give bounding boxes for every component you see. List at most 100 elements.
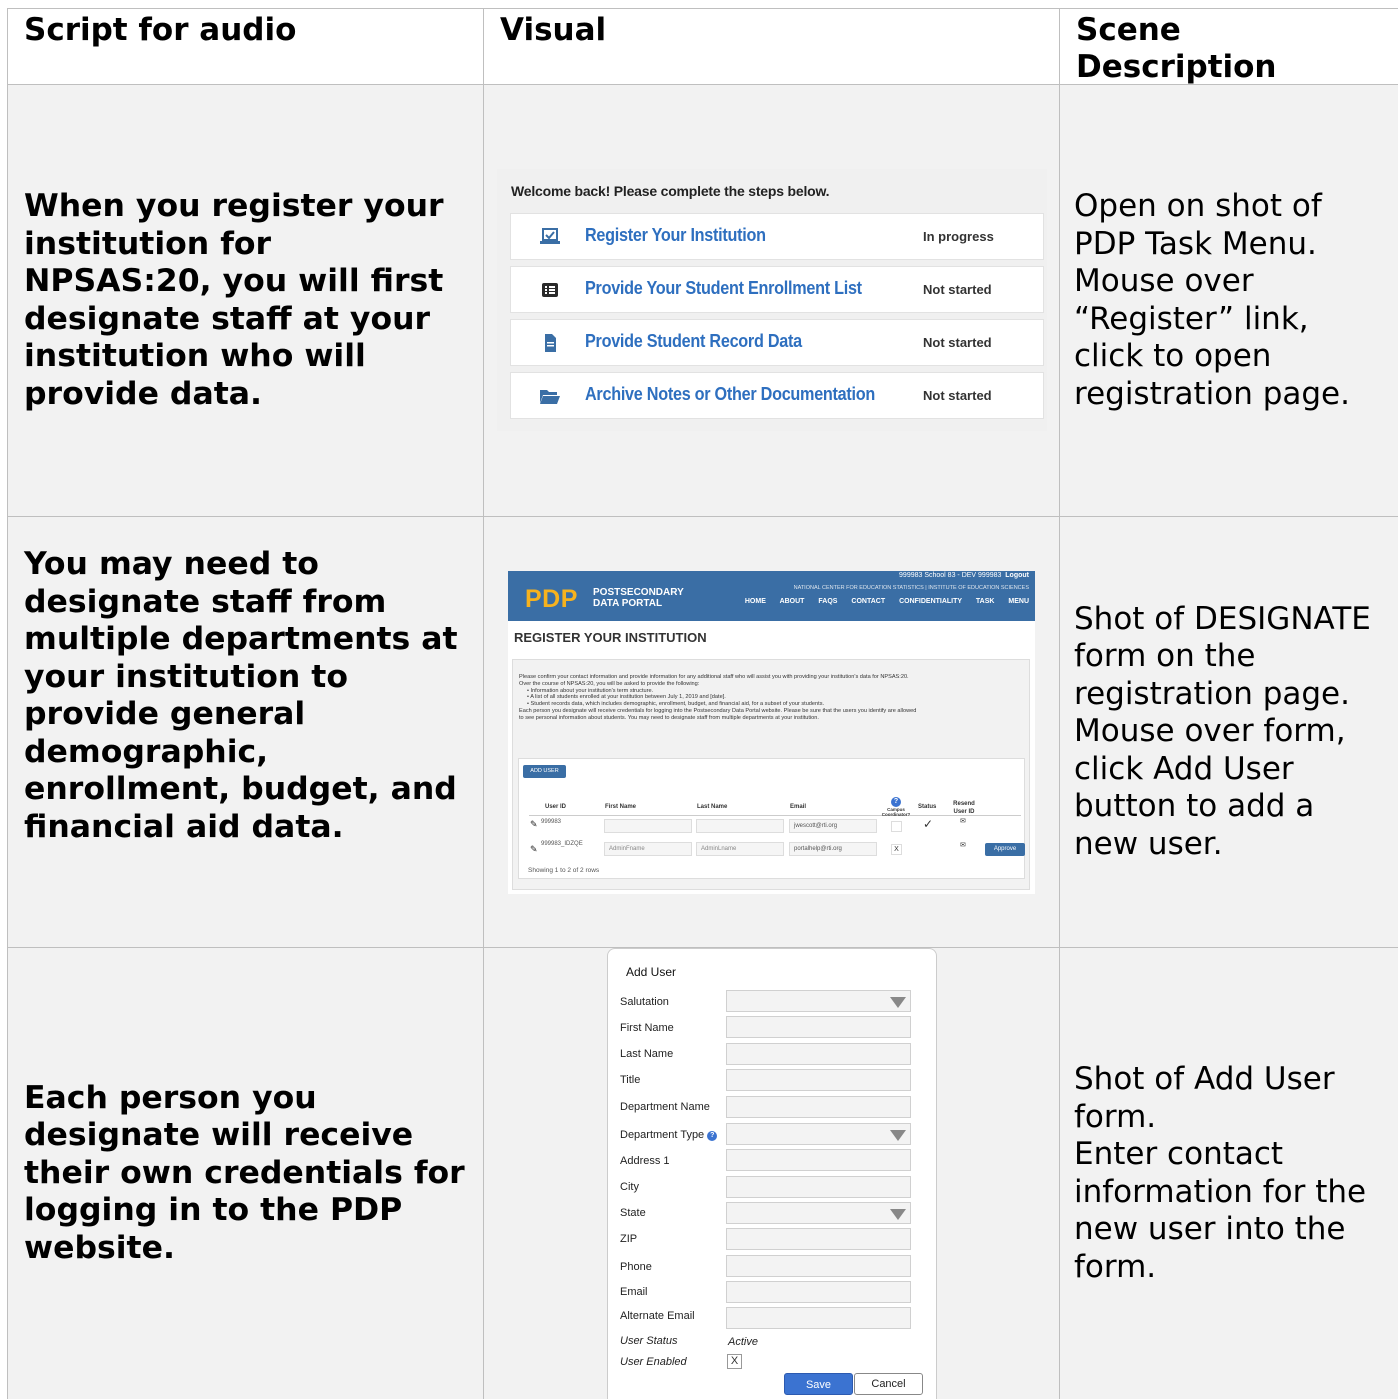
cell-last-name[interactable]: AdminLname	[696, 842, 784, 856]
task-link-enrollment[interactable]: Provide Your Student Enrollment List	[585, 278, 862, 299]
laptop-check-icon	[540, 228, 560, 244]
add-user-dialog: Add User Salutation First Name Last Name…	[607, 948, 937, 1399]
task-item-register[interactable]: Register Your Institution In progress	[510, 213, 1044, 260]
task-link-register[interactable]: Register Your Institution	[585, 225, 766, 246]
cell-first-name[interactable]: AdminFname	[604, 842, 692, 856]
phone-input[interactable]	[726, 1255, 911, 1277]
zip-input[interactable]	[726, 1228, 911, 1250]
col-last-name[interactable]: Last Name	[697, 804, 727, 810]
col-resend[interactable]: Resend User ID	[949, 800, 979, 816]
zip-label: ZIP	[620, 1233, 638, 1245]
site-nav: HOME ABOUT FAQS CONTACT CONFIDENTIALITY …	[745, 598, 1029, 605]
header-script: Script for audio	[24, 12, 297, 48]
cell-email[interactable]: jwescott@rti.org	[789, 819, 877, 833]
intro-text: Please confirm your contact information …	[519, 674, 917, 721]
list-icon	[542, 283, 558, 297]
site-banner: PDP POSTSECONDARY DATA PORTAL 999983 Scho…	[508, 571, 1035, 621]
registration-screenshot: PDP POSTSECONDARY DATA PORTAL 999983 Scho…	[508, 571, 1035, 894]
row2-script: You may need to designate staff from mul…	[8, 517, 483, 947]
logout-link[interactable]: Logout	[1005, 572, 1029, 579]
edit-icon[interactable]: ✎	[530, 844, 538, 855]
cell-first-name[interactable]	[604, 819, 692, 833]
last-name-input[interactable]	[726, 1043, 911, 1065]
state-label: State	[620, 1207, 646, 1219]
row3-script: Each person you designate will receive t…	[8, 948, 483, 1399]
document-icon	[545, 334, 556, 352]
dropdown-arrow-icon	[890, 1130, 906, 1141]
row2-scene: Shot of DESIGNATE form on the registrati…	[1060, 517, 1398, 947]
nav-contact[interactable]: CONTACT	[851, 598, 885, 605]
cancel-button[interactable]: Cancel	[854, 1373, 923, 1395]
col-email[interactable]: Email	[790, 804, 806, 810]
task-link-archive[interactable]: Archive Notes or Other Documentation	[585, 384, 875, 405]
resend-mail-icon[interactable]: ✉	[960, 841, 966, 849]
state-select[interactable]	[726, 1202, 911, 1224]
phone-label: Phone	[620, 1261, 652, 1273]
nces-line: NATIONAL CENTER FOR EDUCATION STATISTICS…	[793, 585, 1029, 591]
row1-scene: Open on shot of PDP Task Menu. Mouse ove…	[1060, 85, 1398, 516]
cell-user-id: 999983_IDZQE	[541, 841, 583, 847]
nav-confidentiality[interactable]: CONFIDENTIALITY	[899, 598, 962, 605]
table-row-count: Showing 1 to 2 of 2 rows	[528, 867, 600, 874]
task-item-records[interactable]: Provide Student Record Data Not started	[510, 319, 1044, 366]
help-icon[interactable]: ?	[707, 1131, 718, 1141]
task-item-enrollment[interactable]: Provide Your Student Enrollment List Not…	[510, 266, 1044, 313]
department-type-select[interactable]	[726, 1123, 911, 1145]
dropdown-arrow-icon	[890, 997, 906, 1008]
task-status-records: Not started	[923, 335, 992, 350]
status-check-icon: ✓	[923, 817, 934, 831]
cell-email[interactable]: portalhelp@rti.org	[789, 842, 877, 856]
department-type-label: Department Type ?	[620, 1129, 718, 1141]
email-input[interactable]	[726, 1281, 911, 1303]
cell-user-id: 999983	[541, 819, 562, 825]
folder-open-icon	[540, 390, 560, 404]
nav-about[interactable]: ABOUT	[780, 598, 805, 605]
col-first-name[interactable]: First Name	[605, 804, 636, 810]
task-link-records[interactable]: Provide Student Record Data	[585, 331, 802, 352]
col-status[interactable]: Status	[918, 804, 936, 810]
users-table: ADD USER User ID First Name Last Name Em…	[518, 758, 1025, 879]
coordinator-checkbox[interactable]	[891, 821, 902, 832]
task-status-register: In progress	[923, 229, 994, 244]
task-status-enrollment: Not started	[923, 282, 992, 297]
logo-subtitle: POSTSECONDARY DATA PORTAL	[593, 587, 684, 609]
edit-icon[interactable]: ✎	[530, 819, 538, 830]
first-name-label: First Name	[620, 1022, 674, 1034]
pdp-logo: PDP	[525, 585, 578, 613]
nav-home[interactable]: HOME	[745, 598, 766, 605]
city-input[interactable]	[726, 1176, 911, 1198]
task-menu-screenshot: Welcome back! Please complete the steps …	[497, 169, 1047, 431]
designate-panel: Please confirm your contact information …	[512, 659, 1030, 890]
alternate-email-label: Alternate Email	[620, 1310, 695, 1322]
nav-task-menu[interactable]: TASK MENU	[976, 598, 1029, 605]
save-button[interactable]: Save	[784, 1373, 853, 1395]
col-coordinator[interactable]: ? Campus Coordinator?	[878, 797, 914, 817]
approve-button[interactable]: Approve	[985, 843, 1025, 856]
header-scene: Scene Description	[1076, 12, 1277, 85]
title-input[interactable]	[726, 1069, 911, 1091]
dropdown-arrow-icon	[890, 1209, 906, 1220]
add-user-button[interactable]: ADD USER	[523, 765, 566, 778]
resend-mail-icon[interactable]: ✉	[960, 817, 966, 825]
user-status-value: Active	[728, 1336, 758, 1348]
cell-last-name[interactable]	[696, 819, 784, 833]
nav-faqs[interactable]: FAQS	[818, 598, 837, 605]
user-line: 999983 School 83 - DEV 999983 Logout	[899, 572, 1029, 579]
user-status-label: User Status	[620, 1335, 678, 1347]
last-name-label: Last Name	[620, 1048, 674, 1060]
salutation-select[interactable]	[726, 990, 911, 1012]
task-item-archive[interactable]: Archive Notes or Other Documentation Not…	[510, 372, 1044, 419]
table-header-row	[529, 786, 1021, 816]
department-name-input[interactable]	[726, 1096, 911, 1118]
help-icon[interactable]: ?	[891, 797, 901, 807]
row1-script: When you register your institution for N…	[8, 85, 483, 516]
user-enabled-checkbox[interactable]: X	[727, 1354, 742, 1369]
address-input[interactable]	[726, 1149, 911, 1171]
task-status-archive: Not started	[923, 388, 992, 403]
alternate-email-input[interactable]	[726, 1307, 911, 1329]
col-user-id[interactable]: User ID	[545, 804, 566, 810]
task-menu-title: Welcome back! Please complete the steps …	[511, 183, 830, 199]
coordinator-checkbox[interactable]: X	[891, 844, 902, 855]
first-name-input[interactable]	[726, 1016, 911, 1038]
salutation-label: Salutation	[620, 996, 669, 1008]
